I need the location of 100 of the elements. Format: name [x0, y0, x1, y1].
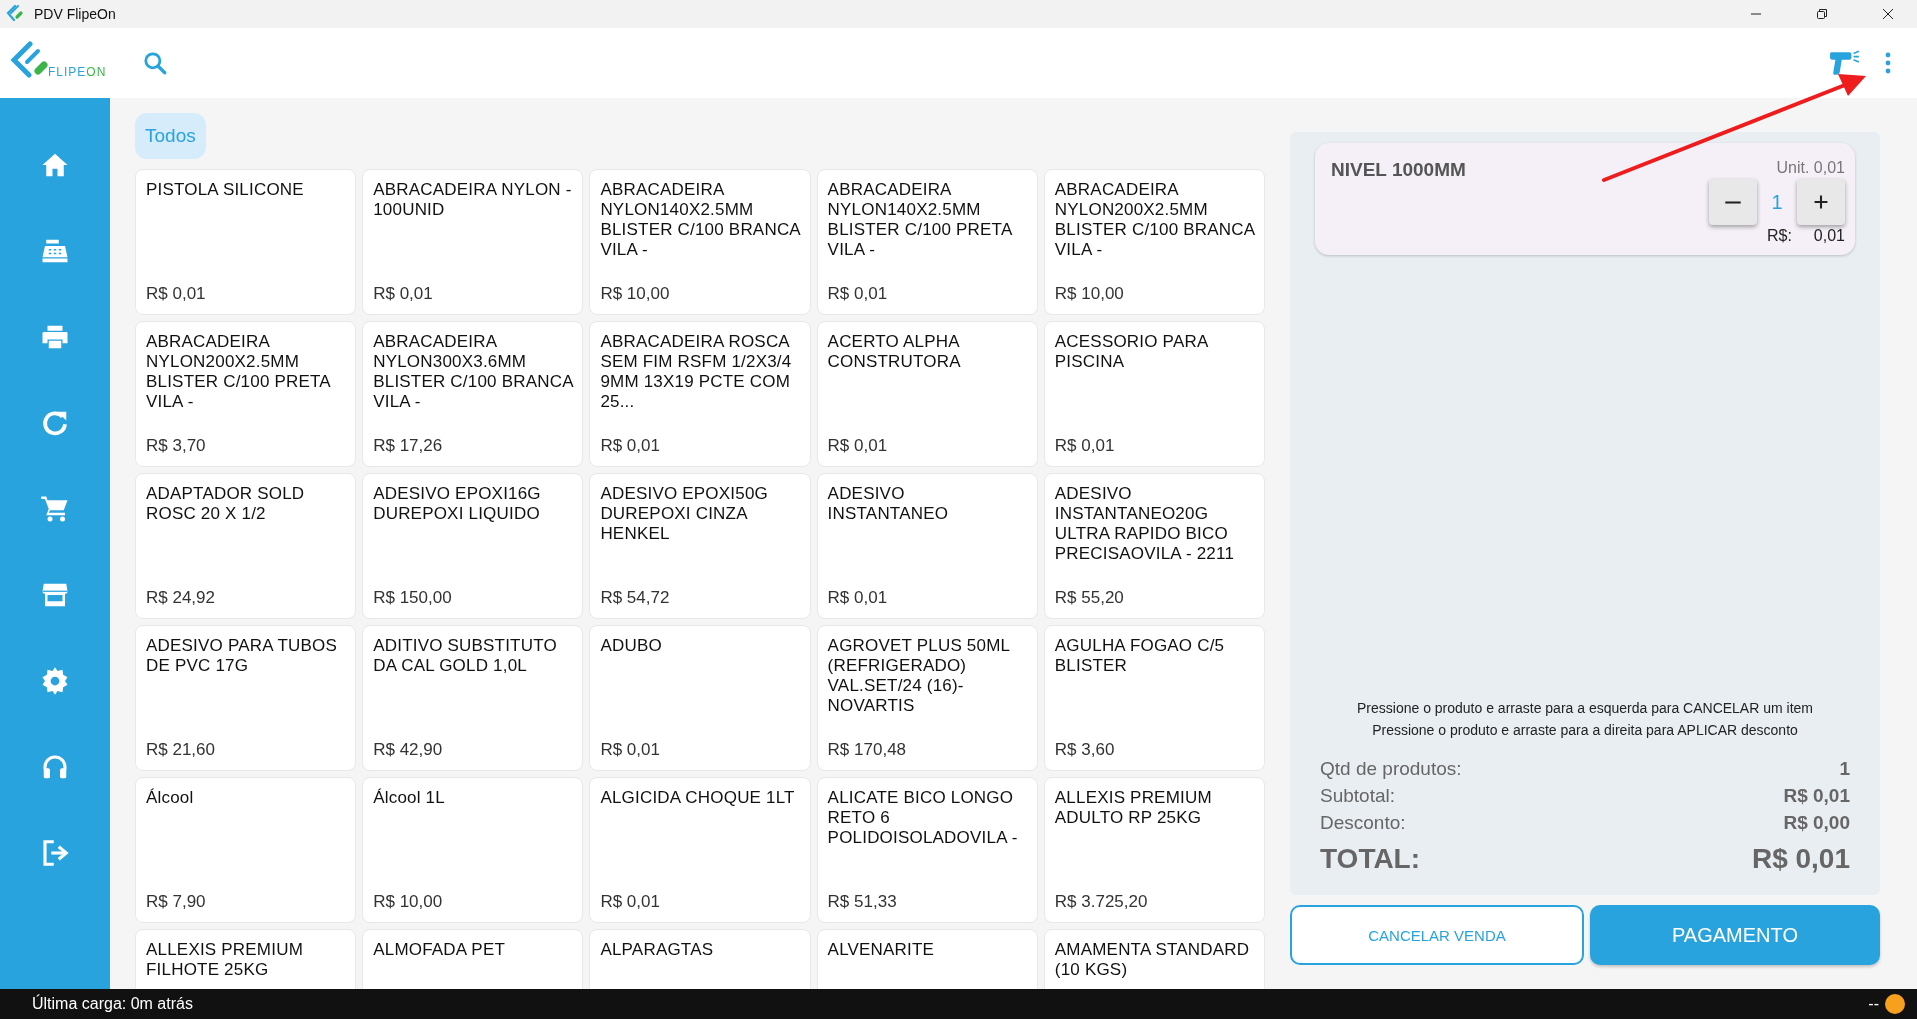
product-price: R$ 21,60 — [146, 740, 216, 760]
product-card[interactable]: AMAMENTA STANDARD (10 KGS) — [1043, 929, 1265, 989]
product-name: ADESIVO EPOXI16G DUREPOXI LIQUIDO — [373, 484, 542, 524]
product-name: ALVENARITE — [827, 940, 936, 960]
cart-item-card[interactable]: NIVEL 1000MM Unit. 0,01 1 R$: 0,01 — [1315, 143, 1855, 255]
product-name: ABRACADEIRA ROSCA SEM FIM RSFM 1/2X3/4 9MM 13X19 PCTE COM 25... — [600, 332, 793, 412]
product-name: ADAPTADOR SOLD ROSC 20 X 1/2 — [146, 484, 306, 524]
product-price: R$ 42,90 — [373, 740, 444, 760]
product-price: R$ 0,01 — [600, 436, 661, 456]
product-card[interactable]: ABRACADEIRA NYLON140X2.5MM BLISTER C/100 PRETA VILA - R$ 0,01 — [816, 169, 1038, 315]
cart-icon[interactable] — [40, 494, 70, 524]
product-card[interactable]: ADITIVO SUBSTITUTO DA CAL GOLD 1,0L R$ 42,90 — [362, 625, 584, 771]
summary-value: R$ 0,01 — [1783, 785, 1850, 807]
product-card[interactable]: ABRACADEIRA NYLON140X2.5MM BLISTER C/100 BRANCA VILA - R$ 10,00 — [589, 169, 811, 315]
settings-icon[interactable] — [40, 666, 70, 696]
product-price: R$ 54,72 — [600, 588, 671, 608]
summary-value: 1 — [1839, 758, 1850, 780]
total-value: R$ 0,01 — [1751, 843, 1850, 875]
product-card[interactable]: ADESIVO EPOXI16G DUREPOXI LIQUIDO R$ 150,00 — [362, 473, 584, 619]
product-price: R$ 0,01 — [827, 436, 889, 456]
product-card[interactable]: ALVENARITE — [816, 929, 1038, 989]
product-name: AMAMENTA STANDARD (10 KGS) — [1054, 940, 1251, 980]
product-price: R$ 17,26 — [373, 436, 444, 456]
product-price: R$ 3,60 — [1054, 740, 1116, 760]
summary-label: Desconto: — [1320, 812, 1406, 834]
product-price: R$ 7,90 — [146, 892, 207, 912]
product-card[interactable]: ACESSORIO PARA PISCINA R$ 0,01 — [1043, 321, 1265, 467]
product-name: ADESIVO EPOXI50G DUREPOXI CINZA HENKEL — [600, 484, 769, 544]
search-icon[interactable] — [142, 50, 168, 76]
product-price: R$ 51,33 — [827, 892, 898, 912]
product-name: ALMOFADA PET — [373, 940, 506, 960]
product-price: R$ 10,00 — [600, 284, 671, 304]
product-card[interactable]: ADAPTADOR SOLD ROSC 20 X 1/2 R$ 24,92 — [135, 473, 357, 619]
status-text: Última carga: 0m atrás — [32, 995, 193, 1013]
product-name: ALGICIDA CHOQUE 1LT — [600, 788, 796, 808]
plus-icon — [1812, 193, 1830, 211]
product-card[interactable]: ALLEXIS PREMIUM FILHOTE 25KG — [135, 929, 357, 989]
currency-label: R$: — [1766, 227, 1792, 245]
product-card[interactable]: ACERTO ALPHA CONSTRUTORA R$ 0,01 — [816, 321, 1038, 467]
item-total: 0,01 — [1813, 227, 1845, 245]
product-card[interactable]: ADESIVO INSTANTANEO R$ 0,01 — [816, 473, 1038, 619]
product-card[interactable]: ABRACADEIRA NYLON200X2.5MM BLISTER C/100 BRANCA VILA - R$ 10,00 — [1043, 169, 1265, 315]
product-card[interactable]: ALPARAGTAS — [589, 929, 811, 989]
product-name: ADUBO — [600, 636, 663, 656]
summary-label: Subtotal: — [1320, 785, 1395, 807]
product-card[interactable]: ABRACADEIRA NYLON300X3.6MM BLISTER C/100 BRANCA VILA - R$ 17,26 — [362, 321, 584, 467]
product-card[interactable]: Álcool 1L R$ 10,00 — [362, 777, 584, 923]
quantity-value: 1 — [1770, 190, 1784, 214]
more-menu-icon[interactable] — [1885, 52, 1891, 74]
product-name: ABRACADEIRA NYLON140X2.5MM BLISTER C/100 PRETA VILA - — [827, 180, 1013, 260]
restore-icon[interactable] — [1816, 8, 1828, 20]
hint-text: Pressione o produto e arraste para a direita para APLICAR desconto — [1372, 722, 1798, 738]
product-name: ADESIVO INSTANTANEO20G ULTRA RAPIDO BICO PRECISAOVILA - 2211 — [1054, 484, 1236, 564]
product-card[interactable]: ADESIVO PARA TUBOS DE PVC 17G R$ 21,60 — [135, 625, 357, 771]
product-name: ADITIVO SUBSTITUTO DA CAL GOLD 1,0L — [373, 636, 558, 676]
increase-button[interactable] — [1797, 179, 1845, 225]
decrease-button[interactable] — [1709, 179, 1757, 225]
product-price: R$ 0,01 — [827, 588, 889, 608]
product-card[interactable]: ADESIVO EPOXI50G DUREPOXI CINZA HENKEL R$ 54,72 — [589, 473, 811, 619]
status-dot-icon — [1885, 994, 1905, 1014]
product-price: R$ 150,00 — [373, 588, 453, 608]
cart-item-name: NIVEL 1000MM — [1331, 159, 1466, 182]
unit-price: Unit. 0,01 — [1776, 159, 1845, 177]
product-price: R$ 0,01 — [600, 740, 661, 760]
product-price: R$ 3.725,20 — [1054, 892, 1149, 912]
product-card[interactable]: ALGICIDA CHOQUE 1LT R$ 0,01 — [589, 777, 811, 923]
product-name: AGROVET PLUS 50ML (REFRIGERADO) VAL.SET/24 (16)-NOVARTIS — [827, 636, 1011, 716]
product-card[interactable]: ALLEXIS PREMIUM ADULTO RP 25KG R$ 3.725,20 — [1043, 777, 1265, 923]
product-price: R$ 24,92 — [146, 588, 216, 608]
product-card[interactable]: AGULHA FOGAO C/5 BLISTER R$ 3,60 — [1043, 625, 1265, 771]
product-card[interactable]: ALICATE BICO LONGO RETO 6 POLIDOISOLADOVILA - R$ 51,33 — [816, 777, 1038, 923]
product-name: ABRACADEIRA NYLON - 100UNID — [373, 180, 573, 220]
product-card[interactable]: ALMOFADA PET — [362, 929, 584, 989]
logout-icon[interactable] — [40, 838, 70, 868]
product-card[interactable]: AGROVET PLUS 50ML (REFRIGERADO) VAL.SET/24 (16)-NOVARTIS R$ 170,48 — [816, 625, 1038, 771]
total-label: TOTAL: — [1320, 843, 1421, 875]
product-name: ALLEXIS PREMIUM FILHOTE 25KG — [146, 940, 304, 980]
product-card[interactable]: ABRACADEIRA ROSCA SEM FIM RSFM 1/2X3/4 9MM 13X19 PCTE COM 25... R$ 0,01 — [589, 321, 811, 467]
product-price: R$ 0,01 — [146, 284, 207, 304]
product-card[interactable]: ADESIVO INSTANTANEO20G ULTRA RAPIDO BICO PRECISAOVILA - 2211 R$ 55,20 — [1043, 473, 1265, 619]
product-name: Álcool 1L — [373, 788, 446, 808]
summary-label: Qtd de produtos: — [1320, 758, 1462, 780]
product-name: Álcool — [146, 788, 195, 808]
summary-value: R$ 0,00 — [1783, 812, 1850, 834]
connection-indicator-text: -- — [1868, 995, 1879, 1013]
product-name: ADESIVO INSTANTANEO — [827, 484, 950, 524]
product-price: R$ 3,70 — [146, 436, 207, 456]
product-name: ACESSORIO PARA PISCINA — [1054, 332, 1209, 372]
barcode-scanner-icon[interactable] — [1829, 49, 1861, 77]
product-card[interactable]: ABRACADEIRA NYLON200X2.5MM BLISTER C/100 PRETA VILA - R$ 3,70 — [135, 321, 357, 467]
product-price: R$ 0,01 — [600, 892, 661, 912]
close-icon[interactable] — [1882, 8, 1894, 20]
logo-text: FLIPEON — [48, 65, 107, 79]
product-card[interactable]: Álcool R$ 7,90 — [135, 777, 357, 923]
product-card[interactable]: ADUBO R$ 0,01 — [589, 625, 811, 771]
hint-text: Pressione o produto e arraste para a esquerda para CANCELAR um item — [1357, 700, 1813, 716]
product-name: ACERTO ALPHA CONSTRUTORA — [827, 332, 962, 372]
product-card[interactable]: PISTOLA SILICONE R$ 0,01 — [135, 169, 357, 315]
window-title: PDV FlipeOn — [34, 6, 116, 22]
product-card[interactable]: ABRACADEIRA NYLON - 100UNID R$ 0,01 — [362, 169, 584, 315]
